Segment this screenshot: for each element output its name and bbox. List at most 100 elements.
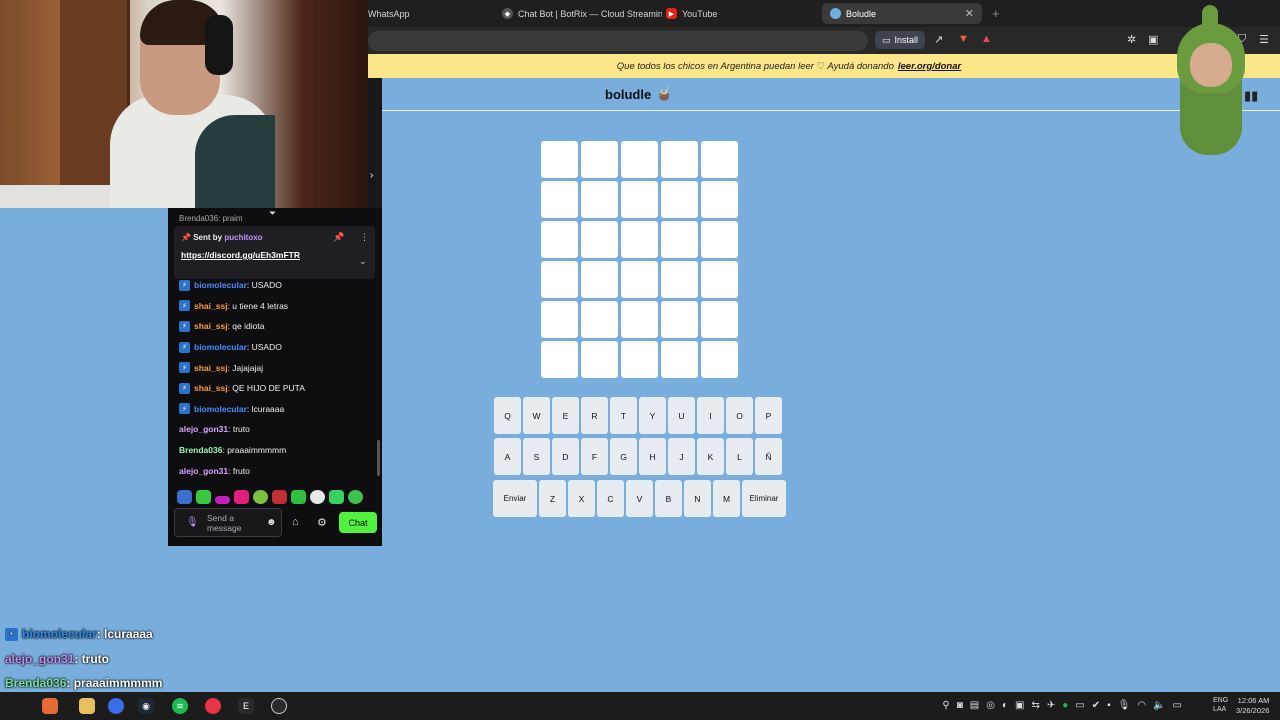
brave-icon[interactable] <box>42 698 58 714</box>
tray-app-icon[interactable]: ◐ <box>1002 700 1008 711</box>
key-x[interactable]: X <box>568 480 595 517</box>
emote-icon[interactable] <box>196 490 211 504</box>
emote-icon[interactable] <box>253 490 268 504</box>
close-tab-icon[interactable]: ✕ <box>965 7 974 20</box>
chat-username[interactable]: shai_ssj <box>194 383 228 393</box>
tray-app-icon[interactable]: ✔ <box>1092 700 1100 711</box>
tray-app-icon[interactable]: ◎ <box>986 700 995 711</box>
emote-icon[interactable] <box>177 490 192 504</box>
chevron-down-icon[interactable]: ⌄ <box>359 256 367 267</box>
key-v[interactable]: V <box>626 480 653 517</box>
emote-icon[interactable] <box>215 496 230 504</box>
steam-icon[interactable]: ◉ <box>138 698 154 714</box>
key-a[interactable]: A <box>494 438 521 475</box>
brave-rewards-icon[interactable]: ▲ <box>981 33 992 45</box>
tray-app-icon[interactable]: ▣ <box>1015 700 1024 711</box>
emote-icon[interactable] <box>329 490 344 504</box>
key-l[interactable]: L <box>726 438 753 475</box>
gear-icon[interactable]: ⚙ <box>317 516 327 529</box>
emote-icon[interactable] <box>348 490 363 504</box>
key-enviar[interactable]: Enviar <box>493 480 537 517</box>
battery-icon[interactable]: ▭ <box>1173 700 1182 711</box>
store-icon[interactable]: ⌂ <box>292 516 299 528</box>
chat-username[interactable]: shai_ssj <box>194 301 228 311</box>
emote-icon[interactable] <box>272 490 287 504</box>
unpin-icon[interactable]: 📌 <box>333 232 344 243</box>
chat-username[interactable]: shai_ssj <box>194 363 228 373</box>
key-g[interactable]: G <box>610 438 637 475</box>
tray-app-icon[interactable]: ▤ <box>970 700 979 711</box>
chat-username[interactable]: biomolecular <box>194 404 247 414</box>
key-d[interactable]: D <box>552 438 579 475</box>
language-indicator[interactable]: ENG LAA <box>1213 696 1228 714</box>
tab-whatsapp[interactable]: WhatsApp <box>368 3 498 24</box>
key-q[interactable]: Q <box>494 397 521 434</box>
folder-icon[interactable] <box>79 698 95 714</box>
chat-username[interactable]: Brenda036 <box>179 445 222 455</box>
scroll-down-icon[interactable]: ⏷ <box>269 208 276 219</box>
key-b[interactable]: B <box>655 480 682 517</box>
tray-app-icon[interactable]: ▪ <box>1107 700 1111 711</box>
key-k[interactable]: K <box>697 438 724 475</box>
share-icon[interactable]: ↗ <box>934 33 943 46</box>
key-w[interactable]: W <box>523 397 550 434</box>
clock[interactable]: 12:06 AM 3/26/2026 <box>1236 696 1269 716</box>
tray-app-icon[interactable]: ▭ <box>1075 700 1084 711</box>
mic-tray-icon[interactable]: 🎙 <box>1118 700 1131 711</box>
tray-app-icon[interactable]: ⇆ <box>1031 700 1039 711</box>
key-z[interactable]: Z <box>539 480 566 517</box>
spotify-icon[interactable]: ≋ <box>172 698 188 714</box>
chat-username[interactable]: alejo_gon31 <box>179 466 228 476</box>
key-f[interactable]: F <box>581 438 608 475</box>
key-h[interactable]: H <box>639 438 666 475</box>
key-s[interactable]: S <box>523 438 550 475</box>
install-button[interactable]: ▭ Install <box>875 31 926 49</box>
chat-username[interactable]: biomolecular <box>194 342 247 352</box>
tab-youtube[interactable]: ▶ YouTube <box>666 3 816 24</box>
key-j[interactable]: J <box>668 438 695 475</box>
key-eliminar[interactable]: Eliminar <box>742 480 786 517</box>
chat-input[interactable]: 🎙 Send a message ☻ <box>174 508 282 537</box>
emoji-icon[interactable]: ☻ <box>266 517 277 528</box>
brave-shield-icon[interactable]: ▼ <box>958 33 969 45</box>
sidebar-icon[interactable]: ▣ <box>1148 33 1158 46</box>
new-tab-icon[interactable]: + <box>992 6 1000 21</box>
volume-icon[interactable]: 🔈 <box>1153 700 1165 711</box>
key-t[interactable]: T <box>610 397 637 434</box>
chrome-icon[interactable] <box>108 698 124 714</box>
chat-scrollbar[interactable] <box>377 440 380 476</box>
tab-botrix[interactable]: ◆ Chat Bot | BotRix — Cloud Streaming <box>502 3 662 24</box>
network-icon[interactable]: ⚲ <box>942 700 949 711</box>
spotify-tray-icon[interactable]: ● <box>1062 700 1068 711</box>
chat-username[interactable]: alejo_gon31 <box>179 424 228 434</box>
discord-link[interactable]: https://discord.gg/uEh3mFTR <box>181 250 300 260</box>
pinned-user[interactable]: puchitoxo <box>224 233 262 242</box>
music-icon[interactable] <box>205 698 221 714</box>
discord-icon[interactable]: ◙ <box>957 700 963 711</box>
obs-icon[interactable] <box>271 698 287 714</box>
wifi-icon[interactable]: ◠ <box>1137 700 1146 711</box>
emote-icon[interactable] <box>291 490 306 504</box>
key-y[interactable]: Y <box>639 397 666 434</box>
chat-username[interactable]: shai_ssj <box>194 321 228 331</box>
key-e[interactable]: E <box>552 397 579 434</box>
key-r[interactable]: R <box>581 397 608 434</box>
more-options-icon[interactable]: ⋮ <box>360 232 369 243</box>
address-bar[interactable] <box>368 31 868 51</box>
key-u[interactable]: U <box>668 397 695 434</box>
donate-link[interactable]: leer.org/donar <box>898 61 961 72</box>
chat-username[interactable]: biomolecular <box>194 280 247 290</box>
chat-send-button[interactable]: Chat <box>339 512 377 533</box>
tray-app-icon[interactable]: ✈ <box>1047 700 1055 711</box>
epic-icon[interactable]: E <box>238 698 254 714</box>
key-n[interactable]: N <box>684 480 711 517</box>
key-i[interactable]: I <box>697 397 724 434</box>
key-ñ[interactable]: Ñ <box>755 438 782 475</box>
key-c[interactable]: C <box>597 480 624 517</box>
key-m[interactable]: M <box>713 480 740 517</box>
menu-icon[interactable]: ☰ <box>1259 33 1269 46</box>
chevron-right-icon[interactable]: › <box>370 170 373 181</box>
key-p[interactable]: P <box>755 397 782 434</box>
tab-boludle[interactable]: Boludle ✕ <box>822 3 982 24</box>
extensions-icon[interactable]: ✲ <box>1127 33 1136 46</box>
